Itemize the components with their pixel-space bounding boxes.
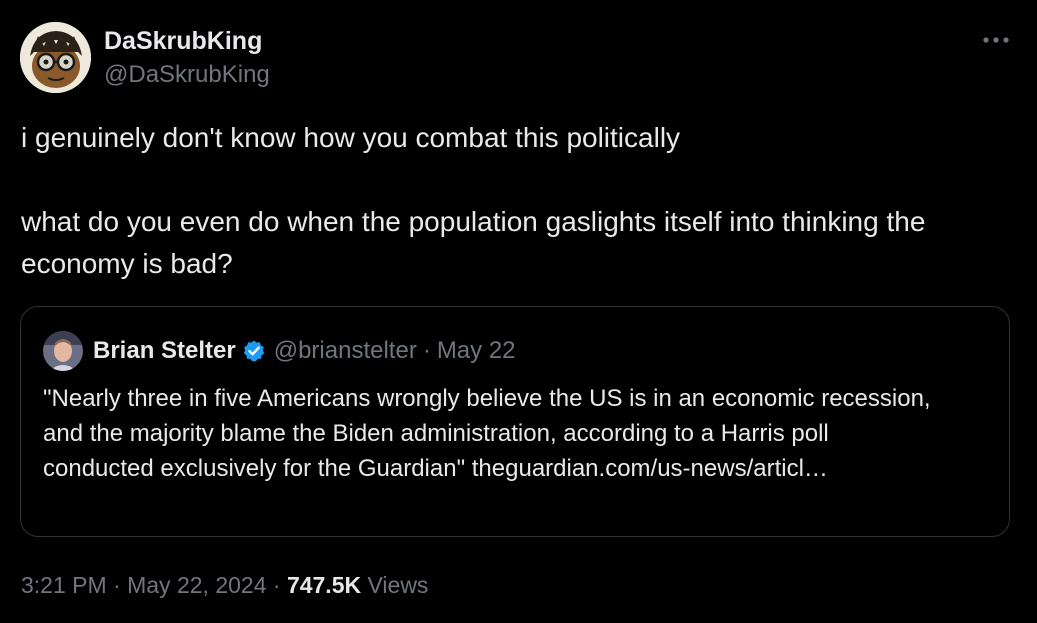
more-options-button[interactable] [979, 30, 1013, 50]
views-label: Views [367, 572, 429, 598]
quoted-tweet-text: "Nearly three in five Americans wrongly … [43, 385, 931, 482]
separator-dot: · [422, 337, 431, 364]
tweet-time[interactable]: 3:21 PM [21, 572, 107, 598]
tweet: DaSkrubKing @DaSkrubKing i genuinely don… [0, 0, 1037, 623]
separator-dot: · [272, 572, 281, 598]
verified-badge-icon [242, 339, 266, 363]
tweet-text-line: i genuinely don't know how you combat th… [21, 122, 681, 153]
author-display-name[interactable]: DaSkrubKing [104, 26, 270, 56]
tweet-meta: 3:21 PM · May 22, 2024 · 747.5K Views [21, 568, 428, 602]
author-name-block: DaSkrubKing @DaSkrubKing [104, 26, 270, 90]
author-avatar[interactable] [20, 22, 91, 93]
more-horizontal-icon [983, 37, 1009, 43]
author-handle[interactable]: @DaSkrubKing [104, 60, 270, 90]
separator-dot: · [113, 572, 121, 598]
quoted-tweet-card[interactable]: Brian Stelter @brianstelter · May 22 "Ne… [20, 306, 1010, 537]
tweet-text-line: what do you even do when the population … [21, 206, 926, 279]
quoted-author-handle[interactable]: @brianstelter [274, 337, 417, 365]
quoted-author-display-name[interactable]: Brian Stelter [93, 337, 236, 365]
views-count: 747.5K [286, 572, 362, 598]
tweet-date[interactable]: May 22, 2024 [127, 572, 266, 598]
quoted-tweet-header: Brian Stelter @brianstelter · May 22 [43, 329, 516, 373]
quoted-author-avatar[interactable] [43, 331, 83, 371]
tweet-text: i genuinely don't know how you combat th… [21, 117, 1011, 285]
quoted-tweet-date[interactable]: May 22 [437, 337, 516, 365]
